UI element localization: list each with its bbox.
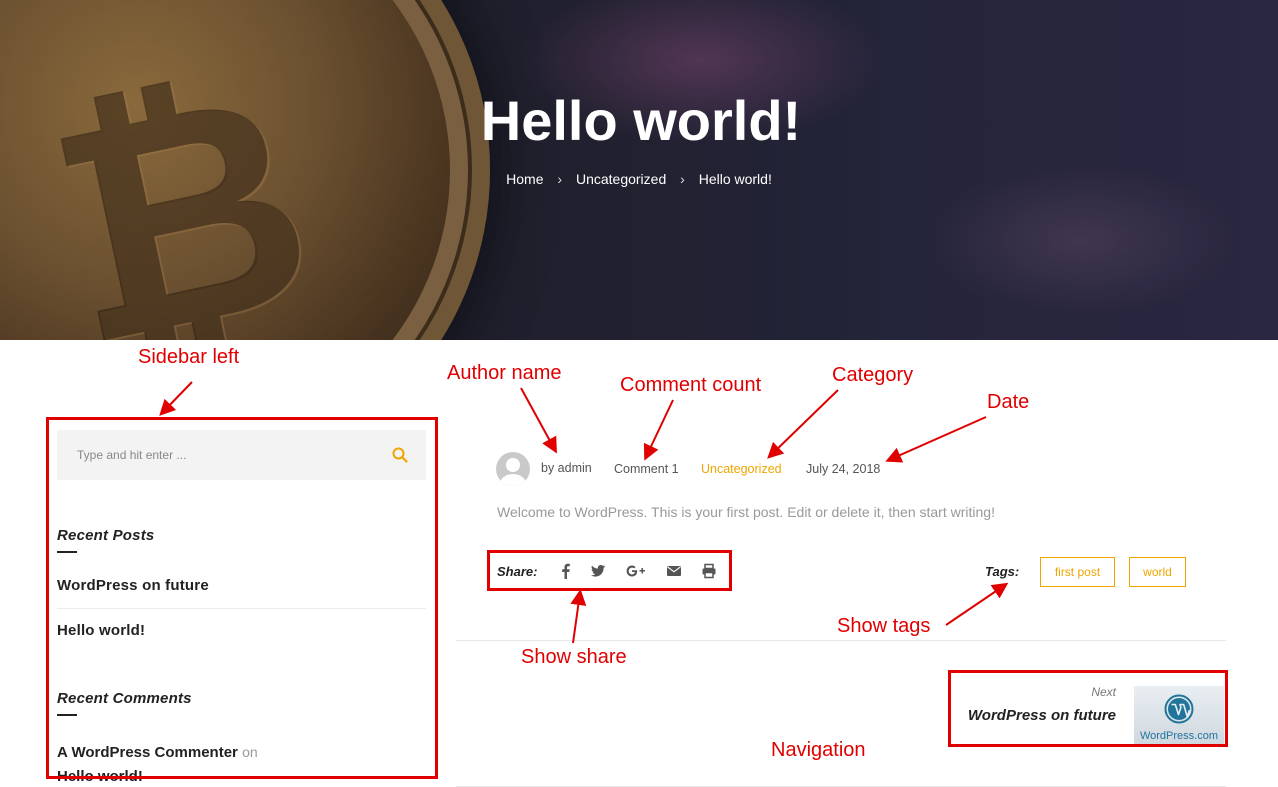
chevron-right-icon: › bbox=[557, 171, 563, 188]
annotation-show-tags: Show tags bbox=[837, 615, 931, 637]
chevron-right-icon: › bbox=[680, 171, 685, 188]
breadcrumb: Home › Uncategorized › Hello world! bbox=[0, 170, 1278, 187]
divider bbox=[456, 640, 1226, 641]
avatar bbox=[496, 452, 530, 486]
arrow-category bbox=[767, 389, 839, 459]
arrow-sidebar bbox=[159, 381, 193, 416]
arrow-share bbox=[570, 589, 587, 644]
post-excerpt: Welcome to WordPress. This is your first… bbox=[497, 504, 995, 520]
post-category[interactable]: Uncategorized bbox=[701, 462, 782, 476]
annotation-sidebar-left: Sidebar left bbox=[138, 346, 240, 368]
annotation-box-navigation bbox=[948, 670, 1228, 747]
comment-count[interactable]: Comment 1 bbox=[614, 462, 679, 476]
annotation-box-share bbox=[487, 550, 732, 591]
annotation-date: Date bbox=[987, 391, 1030, 413]
annotation-box-sidebar bbox=[46, 417, 438, 779]
post-date: July 24, 2018 bbox=[806, 462, 881, 476]
tag-link[interactable]: first post bbox=[1040, 557, 1115, 587]
breadcrumb-current: Hello world! bbox=[698, 171, 772, 188]
annotation-show-share: Show share bbox=[521, 646, 627, 668]
page-title: Hello world! bbox=[480, 89, 802, 152]
arrow-author bbox=[520, 387, 557, 454]
tag-link[interactable]: world bbox=[1129, 557, 1186, 587]
post-author[interactable]: by admin bbox=[541, 461, 592, 475]
tags-label: Tags: bbox=[985, 564, 1020, 579]
hero-banner: ₿ Hello world! Home › Uncategorized › He… bbox=[0, 0, 1278, 340]
breadcrumb-home[interactable]: Home bbox=[506, 171, 543, 187]
arrow-tags bbox=[945, 582, 1009, 626]
annotation-navigation: Navigation bbox=[771, 739, 866, 761]
breadcrumb-category[interactable]: Uncategorized bbox=[576, 171, 666, 187]
annotation-comment-count: Comment count bbox=[620, 374, 762, 396]
annotation-author-name: Author name bbox=[447, 362, 562, 384]
arrow-date bbox=[885, 416, 987, 463]
arrow-comment bbox=[643, 399, 674, 461]
annotation-category: Category bbox=[832, 364, 914, 386]
